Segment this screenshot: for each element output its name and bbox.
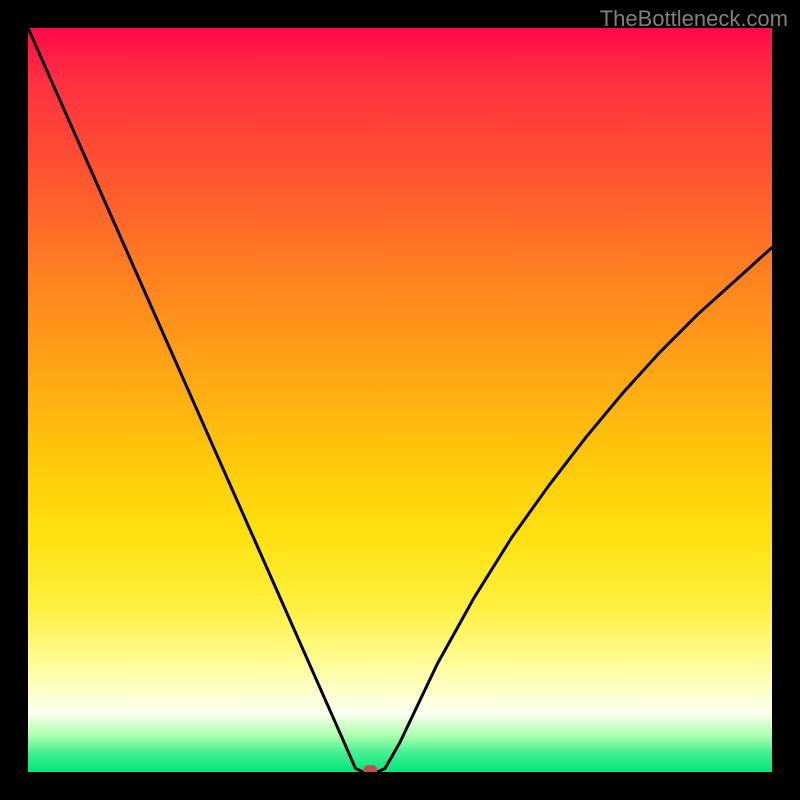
optimal-point-marker — [363, 765, 377, 772]
bottleneck-curve-line — [28, 28, 772, 772]
chart-container: TheBottleneck.com — [0, 0, 800, 800]
chart-svg — [28, 28, 772, 772]
watermark-text: TheBottleneck.com — [600, 6, 788, 32]
